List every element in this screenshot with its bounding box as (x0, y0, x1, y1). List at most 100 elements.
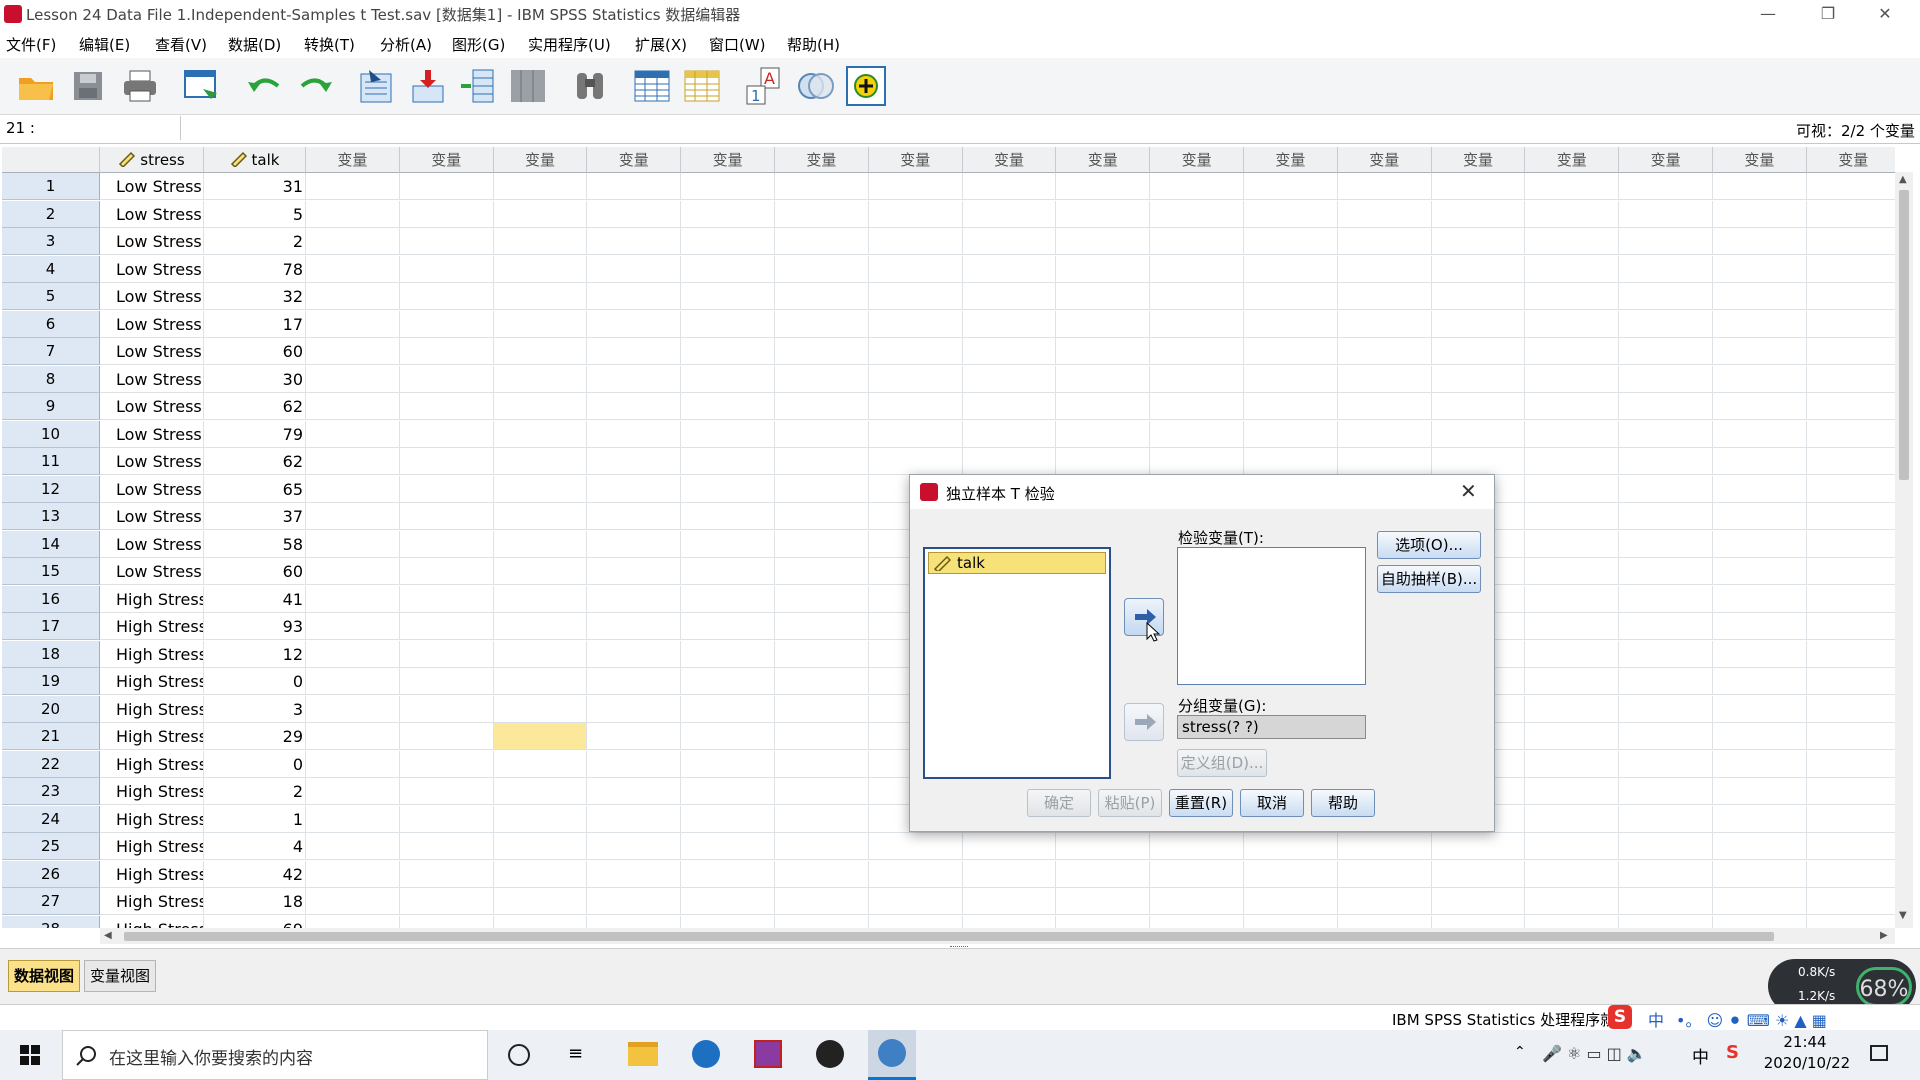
cell-empty[interactable] (306, 805, 400, 833)
row-number[interactable]: 18 (2, 640, 100, 668)
cell-empty[interactable] (587, 640, 682, 668)
cell-empty[interactable] (1056, 833, 1151, 860)
cell-empty[interactable] (1525, 530, 1620, 558)
cell-empty[interactable] (681, 585, 775, 613)
cell-empty[interactable] (306, 860, 400, 888)
cell-empty[interactable] (681, 173, 775, 200)
column-header-empty[interactable]: 变量 (1431, 147, 1526, 173)
cell-empty[interactable] (1619, 365, 1713, 393)
cell-empty[interactable] (1337, 860, 1432, 888)
cell-empty[interactable] (1619, 778, 1713, 805)
cell-empty[interactable] (399, 723, 494, 750)
cell-empty[interactable] (1431, 283, 1526, 310)
cell-empty[interactable] (868, 200, 963, 228)
cell-empty[interactable] (1619, 173, 1713, 200)
cell-empty[interactable] (493, 750, 588, 778)
cell-empty[interactable] (1056, 200, 1151, 228)
row-number[interactable]: 22 (2, 750, 100, 778)
cell-empty[interactable] (775, 888, 869, 915)
cell-empty[interactable] (775, 805, 869, 833)
cell-talk[interactable]: 31 (204, 173, 306, 200)
row-number[interactable]: 23 (2, 778, 100, 805)
cell-empty[interactable] (1337, 420, 1432, 448)
cell-empty[interactable] (493, 173, 588, 200)
cell-empty[interactable] (1806, 531, 1895, 558)
column-header-empty[interactable]: 变量 (1150, 147, 1244, 173)
cell-empty[interactable] (1525, 420, 1620, 448)
notifications-icon[interactable] (1870, 1045, 1888, 1061)
cell-empty[interactable] (1056, 393, 1151, 420)
cell-empty[interactable] (1713, 173, 1807, 200)
cell-empty[interactable] (399, 310, 494, 338)
row-number[interactable]: 17 (2, 613, 100, 640)
help-button[interactable]: 帮助 (1311, 789, 1375, 817)
cell-empty[interactable] (1244, 888, 1338, 915)
row-number[interactable]: 9 (2, 393, 100, 420)
cell-empty[interactable] (493, 393, 588, 420)
cell-empty[interactable] (399, 200, 494, 228)
cell-empty[interactable] (1806, 696, 1895, 723)
cell-empty[interactable] (1713, 860, 1807, 888)
cell-empty[interactable] (1525, 915, 1620, 928)
cell-empty[interactable] (1619, 228, 1713, 255)
cell-empty[interactable] (681, 448, 775, 475)
cell-empty[interactable] (1056, 448, 1151, 475)
cell-empty[interactable] (1619, 695, 1713, 723)
cell-empty[interactable] (1244, 200, 1338, 228)
cell-empty[interactable] (493, 228, 588, 255)
cell-empty[interactable] (306, 338, 400, 365)
cell-empty[interactable] (681, 613, 775, 640)
cell-empty[interactable] (1713, 613, 1807, 640)
cell-empty[interactable] (493, 365, 588, 393)
cell-empty[interactable] (1713, 530, 1807, 558)
cell-stress[interactable]: Low Stress (100, 228, 204, 255)
cell-empty[interactable] (306, 613, 400, 640)
cell-empty[interactable] (399, 420, 494, 448)
reset-button[interactable]: 重置(R) (1169, 789, 1233, 817)
cell-stress[interactable]: High Stress (100, 778, 204, 805)
cell-empty[interactable] (1713, 310, 1807, 338)
cell-empty[interactable] (962, 420, 1057, 448)
cell-empty[interactable] (399, 228, 494, 255)
cell-empty[interactable] (1431, 888, 1526, 915)
cell-empty[interactable] (1244, 255, 1338, 283)
cell-empty[interactable] (1713, 420, 1807, 448)
cell-empty[interactable] (868, 283, 963, 310)
scroll-down-icon[interactable]: ▼ (1899, 910, 1907, 921)
cell-empty[interactable] (306, 420, 400, 448)
cell-empty[interactable] (1713, 805, 1807, 833)
cell-empty[interactable] (493, 888, 588, 915)
cell-empty[interactable] (1431, 448, 1526, 475)
cell-empty[interactable] (399, 475, 494, 503)
cell-empty[interactable] (868, 310, 963, 338)
cell-empty[interactable] (399, 585, 494, 613)
menu-graphs[interactable]: 图形(G) (452, 34, 505, 55)
cell-empty[interactable] (306, 668, 400, 695)
cell-talk[interactable]: 42 (204, 860, 306, 888)
cell-empty[interactable] (306, 503, 400, 530)
cell-empty[interactable] (775, 695, 869, 723)
cell-stress[interactable]: Low Stress (100, 475, 204, 503)
cell-empty[interactable] (1525, 338, 1620, 365)
clock-date[interactable]: 2020/10/22 (1762, 1054, 1852, 1072)
cell-empty[interactable] (587, 365, 682, 393)
row-number[interactable]: 11 (2, 448, 100, 475)
cell-empty[interactable] (681, 750, 775, 778)
cell-empty[interactable] (1525, 833, 1620, 860)
cell-empty[interactable] (1713, 915, 1807, 928)
row-number[interactable]: 15 (2, 558, 100, 585)
menu-data[interactable]: 数据(D) (228, 34, 281, 55)
cell-empty[interactable] (1056, 860, 1151, 888)
cell-empty[interactable] (1337, 365, 1432, 393)
ime-language[interactable]: 中 (1648, 1007, 1664, 1031)
cell-empty[interactable] (587, 503, 682, 530)
cell-empty[interactable] (1337, 833, 1432, 860)
cell-empty[interactable] (868, 365, 963, 393)
cell-stress[interactable]: Low Stress (100, 255, 204, 283)
cell-empty[interactable] (681, 338, 775, 365)
cell-empty[interactable] (681, 310, 775, 338)
cell-empty[interactable] (1244, 833, 1338, 860)
cell-empty[interactable] (868, 888, 963, 915)
cell-talk[interactable]: 60 (204, 558, 306, 585)
cell-empty[interactable] (587, 723, 682, 750)
